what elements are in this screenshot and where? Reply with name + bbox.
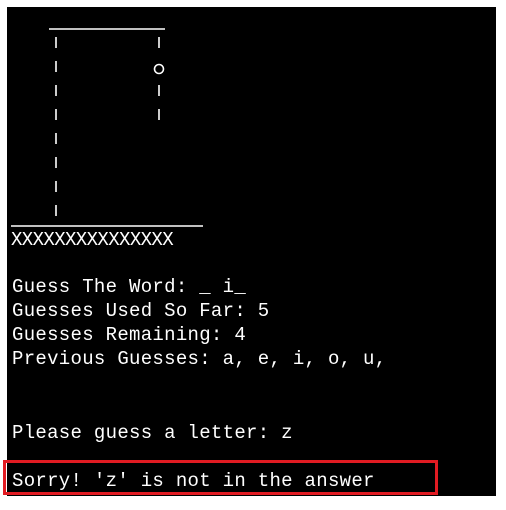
guesses-remaining-line: Guesses Remaining: 4 xyxy=(12,324,247,346)
previous-guesses-line: Previous Guesses: a, e, i, o, u, xyxy=(12,348,387,370)
guesses-used-line: Guesses Used So Far: 5 xyxy=(12,300,270,322)
feedback-highlight-box xyxy=(3,460,438,495)
guess-word-line: Guess The Word: _ i_ xyxy=(12,276,247,298)
terminal-window: XXXXXXXXXXXXXXX Guess The Word: _ i_ Gue… xyxy=(7,7,496,496)
hangman-head xyxy=(153,63,165,75)
hangman-gallows-drawing xyxy=(11,28,203,227)
gallows-ground-row: XXXXXXXXXXXXXXX xyxy=(11,229,174,251)
guess-prompt-line: Please guess a letter: z xyxy=(12,422,293,444)
